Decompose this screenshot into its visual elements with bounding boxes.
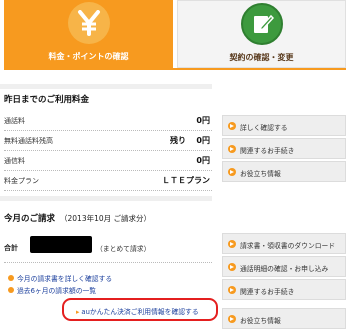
invoice-tips-button[interactable]: お役立ち情報: [222, 308, 346, 329]
usage-row-free-call-balance: 無料通話料残高 残り 0円: [4, 131, 212, 151]
redacted-amount: [30, 236, 92, 253]
usage-row-value: 0円: [196, 116, 210, 125]
link-label: 今月の請求書を詳しく確認する: [17, 275, 113, 283]
button-label: 詳しく確認する: [240, 124, 288, 132]
usage-row-remaining-label: 残り: [170, 136, 186, 145]
yen-icon: [67, 2, 110, 44]
usage-row-value: ＬＴＥプラン: [162, 176, 210, 185]
arrow-icon: [228, 240, 236, 248]
bullet-icon: [8, 287, 14, 293]
tab-contract-label: 契約の確認・変更: [229, 53, 294, 62]
edit-document-icon: [240, 3, 283, 45]
tab-fee-points[interactable]: 料金・ポイントの確認: [4, 0, 173, 68]
link-label: auかんたん決済ご利用情報を確認する: [81, 308, 199, 316]
invoice-procedures-button[interactable]: 関連するお手続き: [222, 279, 346, 300]
button-label: お役立ち情報: [240, 170, 281, 178]
invoice-title: 今月のご請求: [4, 214, 56, 224]
usage-procedures-button[interactable]: 関連するお手続き: [222, 138, 346, 159]
button-label: お役立ち情報: [240, 317, 281, 325]
usage-row-value: 0円: [196, 156, 210, 165]
usage-row-call: 通話料 0円: [4, 111, 212, 131]
usage-row-plan: 料金プラン ＬＴＥプラン: [4, 171, 212, 191]
tab-fee-points-label: 料金・ポイントの確認: [48, 52, 129, 61]
invoice-total-note: （まとめて請求）: [96, 245, 151, 253]
arrow-icon: [228, 315, 236, 323]
arrow-icon: [228, 263, 236, 271]
bullet-icon: [8, 275, 14, 281]
link-au-easy-payment[interactable]: ▸ auかんたん決済ご利用情報を確認する: [76, 306, 199, 316]
call-details-button[interactable]: 通話明細の確認・お申し込み: [222, 256, 346, 277]
tab-underline: [4, 68, 346, 70]
link-label: 過去6ヶ月の請求額の一覧: [17, 287, 97, 295]
arrow-icon: [228, 168, 236, 176]
button-label: 関連するお手続き: [240, 288, 295, 296]
usage-row-data: 通信料 0円: [4, 151, 212, 171]
invoice-period: （2013年10月 ご請求分）: [60, 214, 152, 223]
arrow-icon: [228, 286, 236, 294]
usage-row-label: 通信料: [4, 157, 25, 165]
section-divider: [0, 196, 212, 201]
usage-row-label: 無料通話料残高: [4, 137, 53, 145]
usage-row-label: 通話料: [4, 117, 25, 125]
download-invoice-button[interactable]: 請求書・領収書のダウンロード: [222, 233, 346, 254]
button-label: 請求書・領収書のダウンロード: [240, 242, 336, 250]
link-past-invoices[interactable]: 過去6ヶ月の請求額の一覧: [8, 285, 96, 295]
usage-tips-button[interactable]: お役立ち情報: [222, 161, 346, 182]
usage-row-label: 料金プラン: [4, 177, 39, 185]
invoice-total-label: 合計: [4, 244, 18, 252]
section-divider: [0, 84, 212, 89]
button-label: 通話明細の確認・お申し込み: [240, 265, 329, 273]
top-tabs: 料金・ポイントの確認 契約の確認・変更: [0, 0, 350, 68]
button-label: 関連するお手続き: [240, 147, 295, 155]
arrow-icon: ▸: [76, 308, 80, 316]
arrow-icon: [228, 122, 236, 130]
link-this-month-invoice[interactable]: 今月の請求書を詳しく確認する: [8, 273, 112, 283]
divider: [4, 262, 212, 263]
usage-details-button[interactable]: 詳しく確認する: [222, 115, 346, 136]
usage-title: 昨日までのご利用料金: [4, 95, 90, 105]
usage-row-value: 0円: [196, 136, 210, 145]
arrow-icon: [228, 145, 236, 153]
tab-contract[interactable]: 契約の確認・変更: [177, 0, 346, 68]
